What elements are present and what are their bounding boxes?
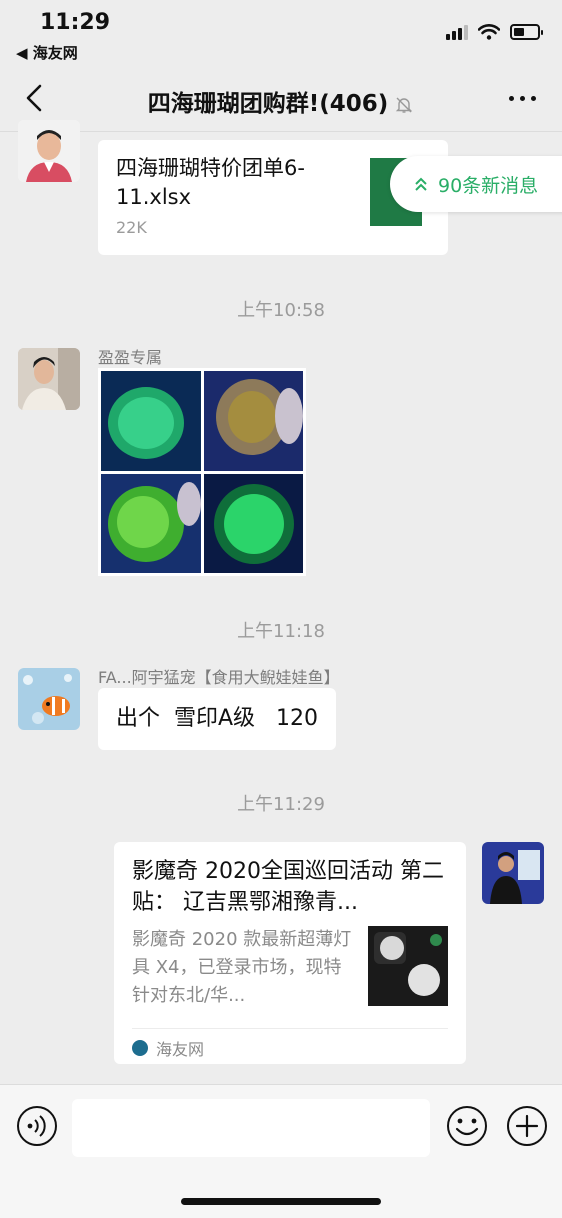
chat-title-wrap: 四海珊瑚团购群!(406) <box>0 84 562 118</box>
emoji-icon[interactable] <box>446 1105 488 1147</box>
new-messages-label: 90条新消息 <box>438 174 539 197</box>
avatar[interactable] <box>18 120 80 182</box>
coral-photo[interactable] <box>101 473 201 573</box>
file-name: 四海珊瑚特价团单6-11.xlsx <box>116 156 305 209</box>
coral-photo[interactable] <box>203 473 303 573</box>
card-title: 影魔奇 2020全国巡回活动 第二贴： 辽吉黑鄂湘豫青... <box>132 859 444 915</box>
double-chevron-up-icon <box>415 177 427 191</box>
avatar[interactable] <box>18 668 80 730</box>
source-label: 海友网 <box>156 1040 205 1059</box>
coral-photo[interactable] <box>203 371 303 471</box>
sender-name: 盈盈专属 <box>98 348 163 367</box>
status-time: 11:29 <box>40 10 111 35</box>
card-thumbnail <box>368 926 448 1006</box>
avatar[interactable] <box>18 348 80 410</box>
new-messages-button[interactable]: 90条新消息 <box>390 156 562 212</box>
timestamp: 上午11:29 <box>237 794 325 815</box>
chat-title: 四海珊瑚团购群!(406) <box>147 91 389 117</box>
card-source: 海友网 <box>132 1036 204 1060</box>
file-size: 22K <box>116 218 147 237</box>
timestamp: 上午10:58 <box>237 300 325 321</box>
link-card-message[interactable]: 影魔奇 2020全国巡回活动 第二贴： 辽吉黑鄂湘豫青... 影魔奇 2020 … <box>114 842 466 1064</box>
status-icons <box>446 24 543 40</box>
chat-header: 四海珊瑚团购群!(406) <box>0 68 562 132</box>
back-to-app-link[interactable]: ◀ 海友网 <box>16 42 78 63</box>
text-message[interactable]: 出个 雪印A级 120 <box>98 688 337 750</box>
my-avatar[interactable] <box>482 842 544 904</box>
battery-icon <box>510 24 543 40</box>
status-bar: 11:29 ◀ 海友网 <box>0 0 562 68</box>
image-collage[interactable] <box>98 368 306 576</box>
plus-icon[interactable] <box>506 1105 548 1147</box>
coral-photo[interactable] <box>101 371 201 471</box>
sender-name: FA...阿宇猛宠【食用大鲵娃娃鱼】 <box>98 668 340 687</box>
muted-bell-icon <box>396 97 413 113</box>
card-description: 影魔奇 2020 款最新超薄灯具 X4，已登录市场，现特针对东北/华... <box>132 929 352 1006</box>
more-options-icon[interactable] <box>509 96 536 101</box>
message-input[interactable] <box>72 1099 430 1157</box>
cellular-signal-icon <box>446 24 468 40</box>
timestamp: 上午11:18 <box>237 621 325 642</box>
voice-input-icon[interactable] <box>16 1105 58 1147</box>
divider <box>132 1028 448 1029</box>
home-indicator <box>181 1198 381 1205</box>
source-logo-icon <box>132 1040 148 1056</box>
wifi-icon <box>478 24 500 40</box>
